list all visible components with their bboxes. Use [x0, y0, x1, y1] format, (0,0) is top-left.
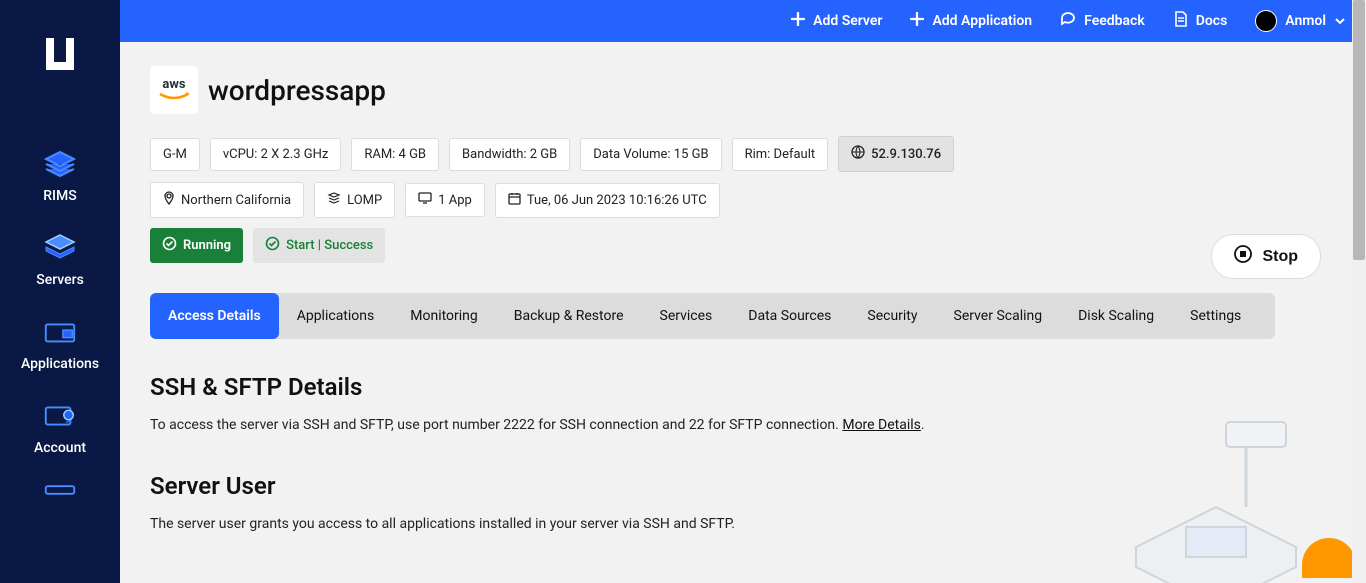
server-user-title: Server User	[150, 472, 1000, 500]
tab-access-details[interactable]: Access Details	[150, 293, 279, 339]
created-chip: Tue, 06 Jun 2023 10:16:26 UTC	[495, 183, 720, 218]
chat-icon	[1060, 11, 1076, 31]
scrollbar[interactable]	[1352, 0, 1366, 583]
server-header: aws wordpressapp	[150, 66, 1336, 114]
account-icon	[42, 400, 78, 432]
stack-chip: LOMP	[314, 182, 395, 218]
app-logo	[42, 30, 78, 84]
server-specs-row-2: Northern California LOMP 1 App Tue, 06 J…	[150, 182, 1336, 218]
spec-chip: Bandwidth: 2 GB	[449, 138, 570, 171]
docs-label: Docs	[1196, 13, 1228, 29]
check-circle-icon	[265, 236, 280, 255]
rims-icon	[42, 148, 78, 180]
sidebar: RIMS Servers Applications Account	[0, 0, 120, 583]
pin-icon	[163, 191, 175, 209]
tab-settings[interactable]: Settings	[1172, 293, 1259, 339]
sidebar-item-label: Applications	[21, 356, 99, 372]
main-area: Add Server Add Application Feedback Docs…	[120, 0, 1366, 583]
add-server-label: Add Server	[813, 13, 882, 29]
calendar-icon	[508, 192, 521, 209]
stop-icon	[1234, 245, 1252, 268]
more-icon	[42, 484, 78, 496]
add-server-button[interactable]: Add Server	[791, 12, 882, 30]
servers-icon	[42, 232, 78, 264]
svg-text:aws: aws	[162, 77, 186, 92]
stack-icon	[327, 191, 341, 209]
more-details-link[interactable]: More Details	[842, 417, 921, 433]
ssh-description: To access the server via SSH and SFTP, u…	[150, 415, 1000, 436]
plus-icon	[791, 12, 805, 30]
add-application-label: Add Application	[932, 13, 1032, 29]
aws-provider-icon: aws	[150, 66, 198, 114]
ip-address: 52.9.130.76	[871, 147, 941, 162]
sidebar-item-label: RIMS	[43, 188, 77, 204]
sidebar-item-more[interactable]	[0, 470, 120, 496]
status-running-badge: Running	[150, 228, 243, 263]
user-menu[interactable]: Anmol	[1255, 10, 1346, 32]
sidebar-item-servers[interactable]: Servers	[0, 218, 120, 302]
avatar-icon	[1255, 10, 1277, 32]
tab-backup-restore[interactable]: Backup & Restore	[496, 293, 642, 339]
plus-icon	[910, 12, 924, 30]
chevron-down-icon	[1334, 13, 1346, 29]
scrollbar-thumb[interactable]	[1353, 0, 1365, 260]
chat-widget[interactable]	[1302, 538, 1356, 578]
monitor-icon	[418, 192, 432, 208]
sidebar-item-rims[interactable]: RIMS	[0, 134, 120, 218]
spec-chip: Data Volume: 15 GB	[580, 138, 721, 171]
apps-chip: 1 App	[405, 183, 485, 217]
access-details-section: SSH & SFTP Details To access the server …	[150, 339, 1000, 535]
tab-security[interactable]: Security	[849, 293, 935, 339]
content: aws wordpressapp G-M vCPU: 2 X 2.3 GHz R…	[120, 42, 1366, 583]
applications-icon	[42, 316, 78, 348]
stop-button[interactable]: Stop	[1211, 234, 1321, 279]
check-circle-icon	[162, 236, 177, 255]
spec-chip: RAM: 4 GB	[351, 138, 439, 171]
tab-applications[interactable]: Applications	[279, 293, 393, 339]
tab-monitoring[interactable]: Monitoring	[392, 293, 496, 339]
spec-chip: G-M	[150, 138, 200, 171]
globe-icon	[851, 145, 865, 163]
server-user-description: The server user grants you access to all…	[150, 514, 1000, 535]
docs-button[interactable]: Docs	[1173, 11, 1228, 31]
ip-chip[interactable]: 52.9.130.76	[838, 136, 954, 172]
add-application-button[interactable]: Add Application	[910, 12, 1032, 30]
tab-services[interactable]: Services	[642, 293, 731, 339]
server-specs-row-1: G-M vCPU: 2 X 2.3 GHz RAM: 4 GB Bandwidt…	[150, 136, 1336, 172]
status-start-badge: Start | Success	[253, 228, 385, 263]
topbar: Add Server Add Application Feedback Docs…	[120, 0, 1366, 42]
feedback-button[interactable]: Feedback	[1060, 11, 1145, 31]
server-tabs: Access Details Applications Monitoring B…	[150, 293, 1275, 339]
stop-label: Stop	[1262, 248, 1298, 266]
server-title: wordpressapp	[208, 74, 386, 107]
sidebar-item-label: Servers	[36, 272, 84, 288]
docs-icon	[1173, 11, 1188, 31]
tab-disk-scaling[interactable]: Disk Scaling	[1060, 293, 1172, 339]
tab-server-scaling[interactable]: Server Scaling	[936, 293, 1061, 339]
spec-chip: Rim: Default	[732, 138, 829, 171]
tab-data-sources[interactable]: Data Sources	[730, 293, 849, 339]
ssh-title: SSH & SFTP Details	[150, 373, 1000, 401]
sidebar-item-applications[interactable]: Applications	[0, 302, 120, 386]
sidebar-item-account[interactable]: Account	[0, 386, 120, 470]
feedback-label: Feedback	[1084, 13, 1145, 29]
sidebar-item-label: Account	[34, 440, 86, 456]
spec-chip: vCPU: 2 X 2.3 GHz	[210, 138, 342, 171]
location-chip: Northern California	[150, 182, 304, 218]
status-row: Running Start | Success	[150, 228, 1336, 263]
user-name: Anmol	[1285, 13, 1326, 29]
